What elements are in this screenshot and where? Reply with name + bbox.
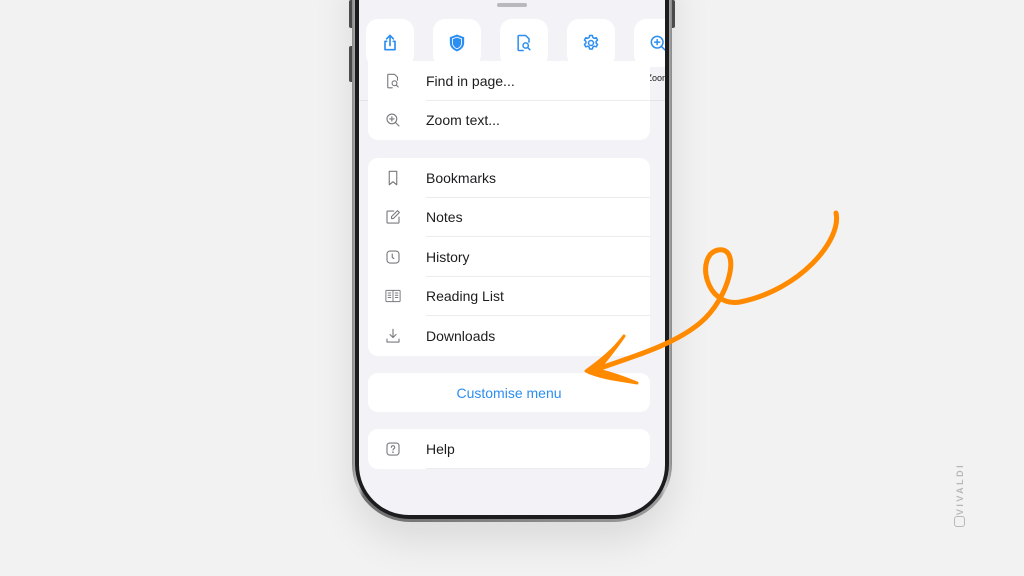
zoom-in-icon: [386, 113, 400, 127]
menu-item-help[interactable]: Help: [368, 429, 650, 469]
divider: [426, 467, 650, 469]
menu-group-panels: Bookmarks Notes History Reading List Dow…: [368, 158, 650, 356]
sheet-grabber[interactable]: [497, 3, 527, 7]
menu-group-page: Find in page... Zoom text...: [368, 61, 650, 140]
help-icon: [386, 442, 400, 456]
shield-icon: [449, 34, 465, 52]
phone-frame: Share Site information Find In Page: [352, 0, 672, 522]
menu-item-label: Find in page...: [426, 72, 515, 89]
vivaldi-watermark: VIVALDI: [952, 460, 968, 530]
share-icon: [384, 34, 396, 51]
brand-name: VIVALDI: [955, 462, 965, 516]
menu-item-zoom-text[interactable]: Zoom text...: [368, 101, 650, 141]
menu-item-label: Downloads: [426, 327, 496, 344]
clock-icon: [386, 250, 400, 264]
menu-item-notes[interactable]: Notes: [368, 198, 650, 237]
menu-item-label: Notes: [426, 209, 463, 226]
phone-screen: Share Site information Find In Page: [359, 0, 665, 515]
customise-menu-label: Customise menu: [456, 384, 562, 401]
menu-group-help: Help: [368, 429, 650, 469]
menu-item-label: History: [426, 248, 470, 265]
notes-icon: [386, 210, 400, 224]
menu-item-history[interactable]: History: [368, 237, 650, 277]
vivaldi-logo-icon: [954, 516, 965, 527]
menu-item-label: Zoom text...: [426, 112, 500, 129]
menu-item-label: Help: [426, 440, 455, 457]
gear-icon: [583, 34, 599, 50]
menu-item-reading-list[interactable]: Reading List: [368, 277, 650, 316]
menu-item-label: Bookmarks: [426, 169, 497, 186]
menu-item-bookmarks[interactable]: Bookmarks: [368, 158, 650, 198]
zoom-in-icon: [650, 35, 665, 51]
book-icon: [385, 290, 401, 303]
menu-item-downloads[interactable]: Downloads: [368, 316, 650, 356]
customise-menu-button[interactable]: Customise menu: [368, 373, 650, 412]
find-in-page-icon: [387, 73, 399, 89]
menu-item-find-in-page[interactable]: Find in page...: [368, 61, 650, 101]
download-icon: [386, 328, 400, 343]
bookmark-icon: [388, 170, 398, 186]
menu-item-label: Reading List: [426, 288, 504, 305]
find-in-page-icon: [517, 34, 531, 52]
